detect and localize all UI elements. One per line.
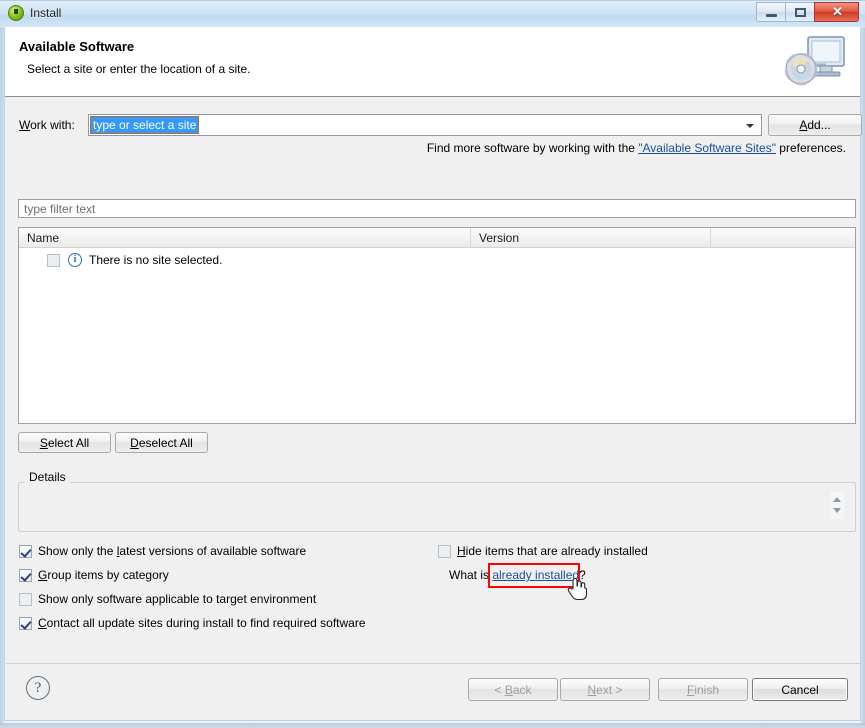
option-show-latest-versions[interactable]: Show only the latest versions of availab… xyxy=(19,544,306,558)
finish-button[interactable]: Finish xyxy=(658,678,748,701)
checkbox-group-by-category[interactable] xyxy=(19,568,32,582)
checkbox-hide-already-installed[interactable] xyxy=(438,544,451,558)
option-group-by-category[interactable]: Group items by category xyxy=(19,568,169,582)
select-all-mnemonic: S xyxy=(39,435,48,450)
option-label-contact-all-update-sites: Contact all update sites during install … xyxy=(38,616,366,630)
deselect-all-button[interactable]: Deselect All xyxy=(115,432,208,453)
option-hide-already-installed[interactable]: Hide items that are already installed xyxy=(438,544,648,558)
back-label: ack xyxy=(512,682,532,697)
cancel-button[interactable]: Cancel xyxy=(752,678,848,701)
footer-separator xyxy=(6,663,861,664)
monitor-cd-icon xyxy=(784,36,845,86)
option-label-show-latest-versions: Show only the latest versions of availab… xyxy=(38,544,306,558)
option-applicable-to-target[interactable]: Show only software applicable to target … xyxy=(19,592,316,606)
spinner-down-icon[interactable] xyxy=(833,508,841,513)
back-mnemonic: B xyxy=(504,682,513,697)
available-software-sites-link[interactable]: "Available Software Sites" xyxy=(638,141,776,155)
window-title: Install xyxy=(30,6,62,20)
page-subtitle: Select a site or enter the location of a… xyxy=(27,62,251,76)
details-label: Details xyxy=(25,470,70,484)
work-with-label: Work with: xyxy=(19,118,75,132)
opt4-mnemonic: C xyxy=(38,616,47,630)
work-with-label-text: ork with: xyxy=(30,118,75,132)
back-prefix: < xyxy=(494,682,505,697)
checkbox-contact-all-update-sites[interactable] xyxy=(19,616,32,630)
select-all-button[interactable]: Select All xyxy=(18,432,111,453)
title-bar-left: Install xyxy=(8,5,61,21)
work-with-combo[interactable]: type or select a site xyxy=(88,114,762,136)
maximize-button[interactable] xyxy=(785,2,814,22)
page-title: Available Software xyxy=(19,39,135,54)
filter-input[interactable]: type filter text xyxy=(18,199,856,218)
title-bar: Install ✕ xyxy=(0,0,865,28)
next-mnemonic: N xyxy=(587,682,597,697)
find-more-software-text: Find more software by working with the "… xyxy=(427,141,846,155)
work-with-input-value[interactable]: type or select a site xyxy=(89,116,200,134)
opt5-mnemonic: H xyxy=(457,544,466,558)
opt1-post: atest versions of available software xyxy=(119,544,307,558)
available-software-table[interactable]: Name Version i There is no site selected… xyxy=(18,227,856,424)
row-checkbox[interactable] xyxy=(47,253,60,267)
select-all-label: elect All xyxy=(47,435,90,450)
find-more-suffix: preferences. xyxy=(775,141,846,155)
deselect-all-label: eselect All xyxy=(138,435,193,450)
find-more-prefix: Find more software by working with the xyxy=(426,141,639,155)
info-icon: i xyxy=(68,253,82,267)
hand-cursor-icon xyxy=(567,577,588,601)
back-button[interactable]: < Back xyxy=(468,678,558,701)
checkbox-applicable-to-target[interactable] xyxy=(19,592,32,606)
install-icon xyxy=(8,5,24,21)
dialog-body: Available Software Select a site or ente… xyxy=(4,27,862,721)
option-label-hide-already-installed: Hide items that are already installed xyxy=(457,544,648,558)
finish-label: inish xyxy=(694,682,720,697)
install-dialog-window: Install ✕ Available Software Select a si… xyxy=(0,0,865,728)
table-row[interactable]: i There is no site selected. xyxy=(19,250,855,270)
table-header-row: Name Version xyxy=(19,228,855,248)
opt4-post: ontact all update sites during install t… xyxy=(46,616,366,630)
opt1-pre: Show only the xyxy=(38,544,117,558)
row-name-cell: There is no site selected. xyxy=(89,253,223,267)
option-label-applicable-to-target: Show only software applicable to target … xyxy=(38,592,316,606)
what-is-prefix: What is xyxy=(449,568,493,582)
close-button[interactable]: ✕ xyxy=(814,2,859,22)
option-contact-all-update-sites[interactable]: Contact all update sites during install … xyxy=(19,616,366,630)
opt2-post: roup items by category xyxy=(47,568,169,582)
next-button[interactable]: Next > xyxy=(560,678,650,701)
checkbox-show-latest-versions[interactable] xyxy=(19,544,32,558)
help-button[interactable]: ? xyxy=(26,676,50,700)
minimize-button[interactable] xyxy=(756,2,785,22)
details-group-box xyxy=(18,482,856,532)
column-header-version[interactable]: Version xyxy=(471,228,711,248)
work-with-row: Work with: i type or select a site Add..… xyxy=(19,114,862,136)
window-controls: ✕ xyxy=(756,2,859,22)
filter-placeholder: type filter text xyxy=(24,202,96,216)
deselect-all-mnemonic: D xyxy=(130,435,139,450)
close-icon: ✕ xyxy=(832,4,843,19)
maximize-icon xyxy=(795,8,806,17)
column-header-name[interactable]: Name xyxy=(19,228,471,248)
option-label-group-by-category: Group items by category xyxy=(38,568,169,582)
work-with-mnemonic: W xyxy=(19,118,31,132)
opt3-pre: Show only software applicable to target … xyxy=(38,592,317,606)
next-label: ext > xyxy=(596,682,623,697)
chevron-down-icon[interactable] xyxy=(740,116,760,134)
add-button-label: dd... xyxy=(807,118,831,132)
dialog-header: Available Software Select a site or ente… xyxy=(5,27,860,97)
spinner-up-icon[interactable] xyxy=(833,497,841,502)
opt5-post: ide items that are already installed xyxy=(465,544,648,558)
opt2-mnemonic: G xyxy=(38,568,48,582)
column-header-blank[interactable] xyxy=(711,228,855,248)
minimize-icon xyxy=(766,14,777,17)
add-button[interactable]: Add... xyxy=(768,114,862,136)
details-spinner[interactable] xyxy=(830,492,844,519)
window-border-bottom xyxy=(0,723,865,728)
